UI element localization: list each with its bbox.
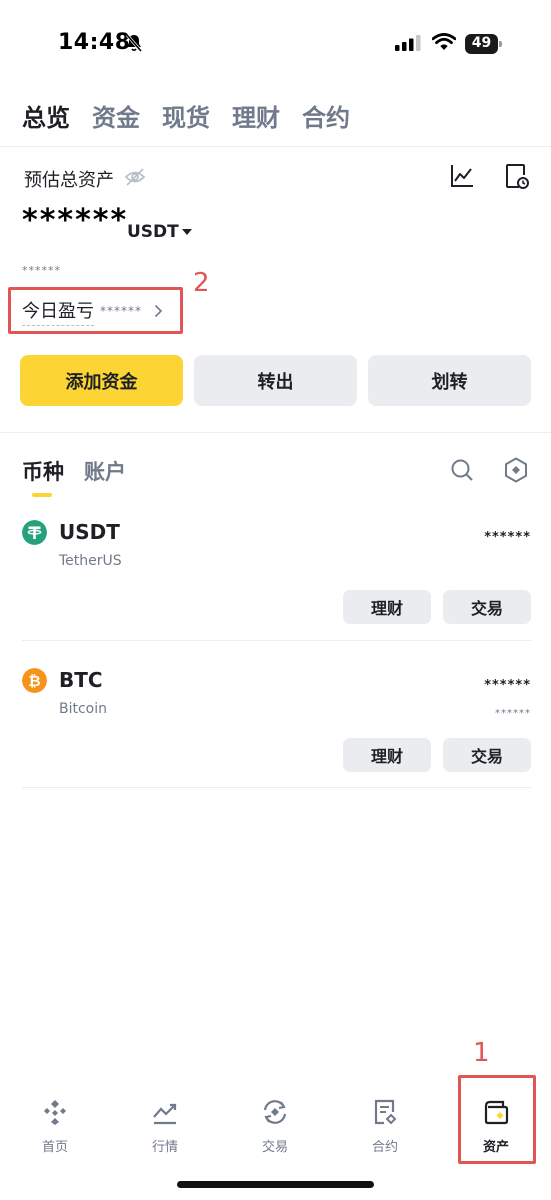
divider (0, 146, 551, 147)
earn-button[interactable]: 理财 (343, 590, 431, 624)
battery-indicator: 49 (465, 34, 502, 54)
history-icon[interactable] (505, 163, 529, 190)
trade-button[interactable]: 交易 (443, 590, 531, 624)
home-indicator[interactable] (177, 1181, 374, 1188)
asset-name: TetherUS (59, 553, 122, 569)
wifi-icon (432, 33, 456, 50)
nav-label: 首页 (41, 1140, 68, 1155)
annotation-marker-1: 1 (473, 1038, 490, 1068)
nav-label: 行情 (151, 1140, 178, 1155)
annotation-marker-2: 2 (193, 268, 210, 298)
search-icon[interactable] (450, 458, 474, 482)
withdraw-button[interactable]: 转出 (194, 355, 357, 406)
tab-futures[interactable]: 合约 (302, 98, 350, 133)
svg-text:₿: ₿ (28, 672, 40, 690)
eye-hidden-icon[interactable] (124, 167, 146, 187)
settings-hexagon-icon[interactable] (504, 457, 528, 483)
nav-label: 合约 (371, 1140, 398, 1155)
fiat-balance-value: ****** (22, 264, 61, 277)
tab-account[interactable]: 账户 (84, 456, 126, 486)
nav-trade[interactable]: 交易 (220, 1090, 330, 1160)
tab-funding[interactable]: 资金 (92, 98, 140, 133)
transfer-button[interactable]: 划转 (368, 355, 531, 406)
btc-icon: ₿ (22, 668, 47, 693)
nav-markets[interactable]: 行情 (110, 1090, 220, 1160)
wallet-tabs: 总览 资金 现货 理财 合约 (22, 98, 372, 133)
asset-symbol: BTC (59, 668, 103, 692)
nav-label: 交易 (261, 1140, 288, 1155)
earn-button[interactable]: 理财 (343, 738, 431, 772)
add-funds-button[interactable]: 添加资金 (20, 355, 183, 406)
asset-name: Bitcoin (59, 701, 108, 717)
tab-overview[interactable]: 总览 (22, 98, 70, 133)
asset-row-usdt[interactable]: USDT TetherUS ****** 理财 交易 (22, 520, 531, 640)
status-time: 14:48 (58, 30, 131, 55)
home-icon (44, 1100, 66, 1125)
asset-row-btc[interactable]: ₿ BTC Bitcoin ****** ****** 理财 交易 (22, 668, 531, 788)
annotation-box-2 (8, 287, 183, 334)
asset-symbol: USDT (59, 520, 120, 544)
status-bar: 14:48 49 (0, 0, 551, 90)
tab-coin[interactable]: 币种 (22, 456, 64, 486)
asset-value: ****** (495, 708, 531, 719)
row-divider (22, 640, 531, 641)
bell-muted-icon (125, 34, 143, 52)
trade-icon (263, 1100, 287, 1124)
nav-home[interactable]: 首页 (0, 1090, 110, 1160)
battery-level: 49 (471, 35, 492, 51)
asset-amount: ****** (484, 678, 531, 693)
asset-view-tabs: 币种 账户 (22, 456, 146, 486)
estimated-balance-label: 预估总资产 (24, 170, 114, 191)
usdt-icon (22, 520, 47, 545)
tab-spot[interactable]: 现货 (162, 98, 210, 133)
caret-down-icon[interactable] (182, 229, 192, 235)
row-divider (22, 787, 531, 788)
futures-icon (374, 1099, 397, 1125)
currency-selector[interactable]: USDT (127, 222, 179, 242)
trade-button[interactable]: 交易 (443, 738, 531, 772)
total-balance-value: ****** (22, 203, 129, 238)
markets-icon (153, 1103, 177, 1125)
chart-icon[interactable] (450, 164, 474, 188)
tab-earn[interactable]: 理财 (232, 98, 280, 133)
cellular-signal-icon (395, 35, 421, 51)
annotation-box-1 (458, 1075, 536, 1164)
asset-amount: ****** (484, 530, 531, 545)
nav-futures[interactable]: 合约 (330, 1090, 440, 1160)
active-tab-indicator (32, 493, 52, 497)
section-divider (0, 432, 551, 433)
